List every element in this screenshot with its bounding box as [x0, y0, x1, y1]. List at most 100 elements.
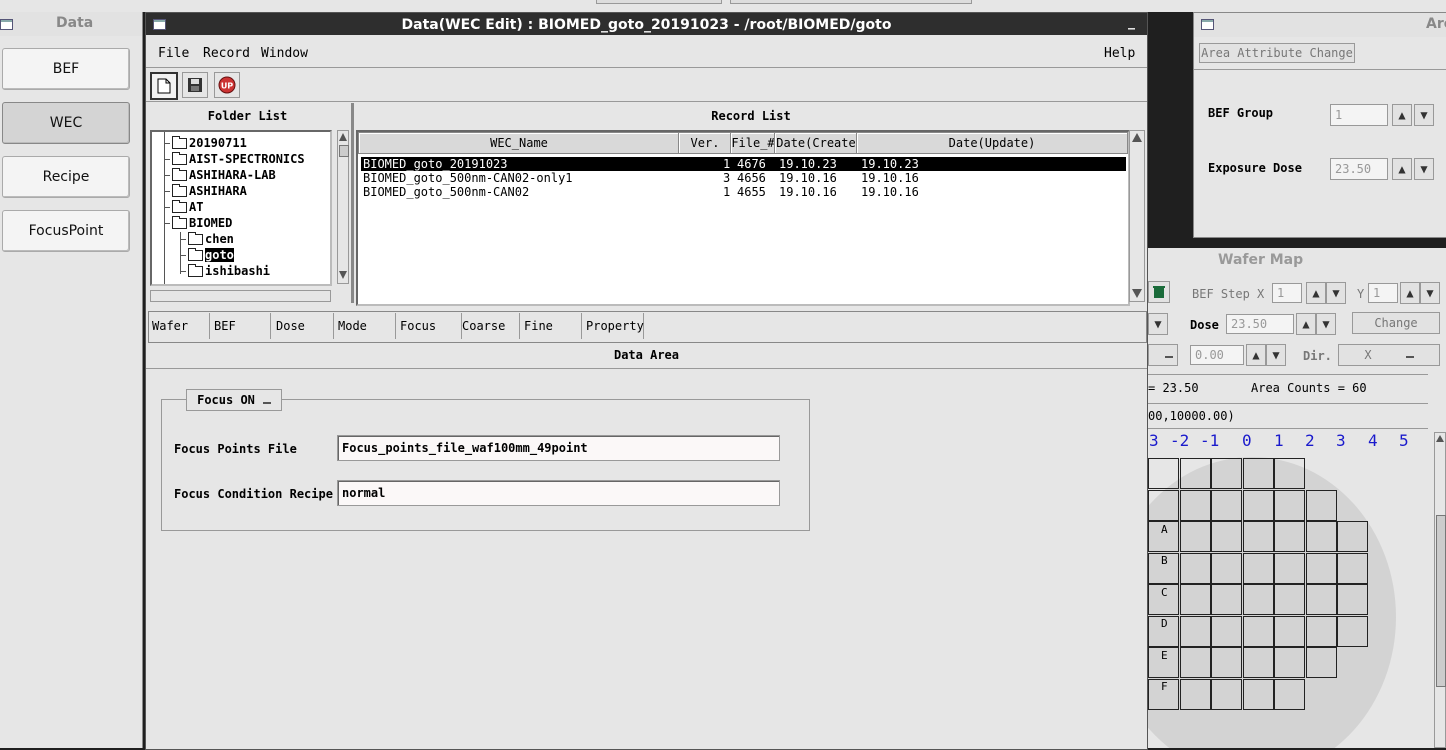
tab-bef[interactable]: BEF: [214, 313, 271, 339]
bef-group-field[interactable]: 1: [1330, 104, 1388, 126]
scroll-down-icon[interactable]: [339, 271, 347, 279]
table-row[interactable]: BIOMED_goto_500nm-CAN02-only1 3 4656 19.…: [361, 171, 1126, 185]
tab-wafer[interactable]: Wafer: [152, 313, 210, 339]
wafer-die-cell[interactable]: [1274, 521, 1305, 552]
offset-up-button[interactable]: ▲: [1246, 344, 1266, 366]
upload-button[interactable]: UP: [214, 72, 240, 98]
step-y-up-button[interactable]: ▲: [1400, 282, 1420, 304]
menu-window[interactable]: Window: [261, 46, 308, 61]
wafer-die-cell[interactable]: [1211, 552, 1242, 584]
tree-item[interactable]: BIOMED: [164, 215, 232, 231]
wafer-die-cell[interactable]: [1305, 615, 1337, 647]
offset-down-button[interactable]: ▼: [1266, 344, 1286, 366]
bef-step-x-field[interactable]: 1: [1272, 283, 1302, 303]
tree-item[interactable]: chen: [180, 231, 234, 247]
dose-down-left-button[interactable]: ▼: [1148, 313, 1168, 335]
wafer-die-cell[interactable]: [1305, 521, 1337, 552]
step-y-field[interactable]: 1: [1368, 283, 1398, 303]
window-menu-icon[interactable]: [1201, 19, 1214, 30]
scroll-up-icon[interactable]: [339, 133, 347, 141]
change-button[interactable]: Change: [1352, 312, 1440, 334]
wafer-die-cell[interactable]: [1337, 552, 1368, 584]
wafer-die-cell[interactable]: [1305, 552, 1337, 584]
wafer-die-cell[interactable]: [1337, 584, 1368, 615]
wafer-map-vscroll[interactable]: [1434, 432, 1446, 748]
scroll-thumb[interactable]: [1436, 515, 1446, 687]
wafer-die-cell[interactable]: [1337, 615, 1368, 647]
tree-item[interactable]: ASHIHARA: [164, 183, 247, 199]
menu-file[interactable]: File: [158, 46, 189, 61]
wafer-die-cell[interactable]: [1242, 647, 1274, 678]
wafer-die-cell[interactable]: [1179, 489, 1211, 521]
col-ver[interactable]: Ver.: [678, 132, 732, 154]
tab-focus[interactable]: Focus: [400, 313, 462, 339]
table-row[interactable]: BIOMED_goto_500nm-CAN02 1 4655 19.10.16 …: [361, 185, 1126, 199]
wafer-die-cell[interactable]: [1211, 615, 1242, 647]
save-button[interactable]: [182, 72, 208, 98]
wafer-die-cell[interactable]: [1274, 489, 1305, 521]
dir-dropdown[interactable]: X: [1338, 344, 1440, 366]
wafer-die-cell[interactable]: [1179, 584, 1211, 615]
wafer-die-cell[interactable]: [1242, 678, 1274, 710]
dose-up-button[interactable]: ▲: [1296, 313, 1316, 335]
wafer-die-cell[interactable]: [1211, 489, 1242, 521]
area-attribute-change-button[interactable]: Area Attribute Change: [1199, 43, 1355, 63]
wafer-die-cell[interactable]: [1242, 584, 1274, 615]
col-file[interactable]: File_#: [730, 132, 776, 154]
wafer-die-cell[interactable]: [1337, 521, 1368, 552]
tree-item[interactable]: AT: [164, 199, 203, 215]
wafer-die-cell[interactable]: [1274, 458, 1305, 489]
col-date-create[interactable]: Date(Create: [774, 132, 858, 154]
wafer-die-cell[interactable]: [1274, 615, 1305, 647]
tab-mode[interactable]: Mode: [338, 313, 396, 339]
table-row[interactable]: BIOMED_goto_20191023 1 4676 19.10.23 19.…: [361, 157, 1126, 171]
exposure-dose-field[interactable]: 23.50: [1330, 158, 1388, 180]
scroll-up-icon[interactable]: [1132, 133, 1142, 142]
dose-field[interactable]: 23.50: [1226, 314, 1294, 334]
wafer-die-cell[interactable]: [1274, 552, 1305, 584]
folder-tree-vscroll[interactable]: [337, 130, 349, 284]
window-menu-icon[interactable]: [0, 19, 13, 30]
dose-down-button[interactable]: ▼: [1316, 313, 1336, 335]
wafer-die-cell[interactable]: [1242, 458, 1274, 489]
wafer-die-cell[interactable]: [1148, 489, 1179, 521]
wafer-die-cell[interactable]: [1211, 678, 1242, 710]
folder-tree-hscroll[interactable]: [150, 290, 331, 302]
focus-on-toggle[interactable]: Focus ON: [186, 389, 282, 411]
scroll-thumb[interactable]: [339, 145, 349, 157]
tree-item[interactable]: ASHIHARA-LAB: [164, 167, 276, 183]
bef-group-down-button[interactable]: ▼: [1414, 104, 1434, 126]
bef-group-up-button[interactable]: ▲: [1392, 104, 1412, 126]
nav-recipe-button[interactable]: Recipe: [2, 156, 130, 198]
new-document-button[interactable]: [150, 72, 178, 100]
tree-item[interactable]: ishibashi: [180, 263, 270, 279]
wafer-die-cell[interactable]: [1179, 458, 1211, 489]
focus-points-file-field[interactable]: Focus_points_file_waf100mm_49point: [337, 435, 780, 461]
wafer-die-cell[interactable]: [1179, 615, 1211, 647]
pane-splitter[interactable]: [351, 103, 354, 303]
exposure-dose-up-button[interactable]: ▲: [1392, 158, 1412, 180]
wafer-die-cell[interactable]: [1179, 647, 1211, 678]
offset-dropdown[interactable]: [1148, 344, 1178, 366]
nav-wec-button[interactable]: WEC: [2, 102, 130, 144]
record-table-vscroll[interactable]: [1129, 130, 1145, 302]
wafer-die-cell[interactable]: [1274, 678, 1305, 710]
tab-fine[interactable]: Fine: [524, 313, 582, 339]
tab-dose[interactable]: Dose: [276, 313, 334, 339]
nav-bef-button[interactable]: BEF: [2, 48, 130, 90]
tree-item[interactable]: AIST-SPECTRONICS: [164, 151, 305, 167]
wafer-die-cell[interactable]: [1211, 647, 1242, 678]
exposure-dose-down-button[interactable]: ▼: [1414, 158, 1434, 180]
col-date-update[interactable]: Date(Update): [856, 132, 1128, 154]
wafer-die-cell[interactable]: [1242, 615, 1274, 647]
tab-property[interactable]: Property: [586, 313, 644, 339]
wafer-die-cell[interactable]: [1148, 458, 1179, 489]
wafer-die-cell[interactable]: [1305, 647, 1337, 678]
wafer-die-cell[interactable]: [1179, 521, 1211, 552]
minimize-icon[interactable]: _: [1128, 14, 1135, 30]
wafer-die-cell[interactable]: [1242, 521, 1274, 552]
wafer-die-cell[interactable]: [1274, 584, 1305, 615]
scroll-down-icon[interactable]: [1132, 289, 1142, 298]
step-y-down-button[interactable]: ▼: [1420, 282, 1440, 304]
tree-item[interactable]: 20190711: [164, 135, 247, 151]
